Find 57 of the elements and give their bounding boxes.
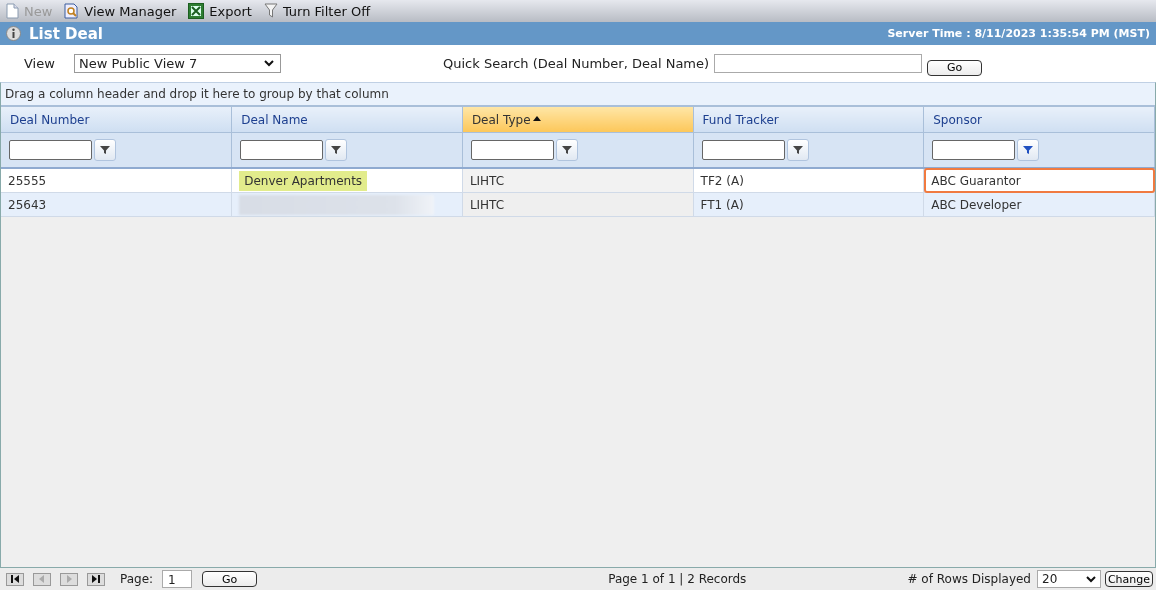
go-button[interactable]: Go — [927, 59, 983, 76]
table-cell: ABC Developer — [923, 192, 1155, 217]
info-icon — [6, 26, 21, 41]
page-summary: Page 1 of 1 | 2 Records — [607, 572, 747, 586]
filter-button[interactable] — [786, 139, 809, 161]
filter-button[interactable] — [94, 139, 116, 161]
toolbar-button[interactable]: Export — [188, 3, 252, 19]
spreadsheet-icon — [188, 3, 205, 19]
toolbar-button[interactable]: View Manager — [64, 3, 177, 19]
rows-displayed-label: # of Rows Displayed — [907, 572, 1031, 586]
chevron-down-icon — [264, 60, 274, 67]
filter-field[interactable] — [9, 140, 92, 160]
funnel-icon — [791, 144, 804, 156]
funnel-icon — [560, 144, 573, 156]
document-magnifier-icon — [64, 3, 80, 19]
table-cell: TF2 (A) — [693, 168, 924, 193]
last-page-icon[interactable] — [87, 572, 105, 586]
group-panel: Drag a column header and drop it here to group by that column — [1, 83, 1155, 107]
table-cell: 25555 — [1, 168, 232, 193]
go-button[interactable]: Go — [202, 571, 258, 587]
column-header[interactable]: Deal Name — [231, 107, 463, 133]
rows-dropdown[interactable]: 20 — [1037, 570, 1101, 588]
column-header[interactable]: Deal Type — [462, 107, 694, 133]
filter-field[interactable] — [701, 140, 785, 160]
page-title: List Deal — [29, 24, 103, 43]
column-header[interactable]: Deal Number — [1, 107, 232, 133]
view-dropdown[interactable]: New Public View 7 — [74, 54, 281, 73]
table-cell: 25643 — [1, 192, 232, 217]
funnel-icon — [99, 144, 111, 156]
page-field[interactable]: 1 — [162, 570, 193, 588]
table-cell: LIHTC — [462, 192, 694, 217]
table-cell: FT1 (A) — [693, 192, 924, 217]
table-cell: LIHTC — [462, 168, 694, 193]
view-label: View — [24, 56, 56, 71]
first-page-icon[interactable] — [6, 572, 24, 586]
filter-button[interactable] — [325, 139, 348, 161]
sort-ascending-icon — [532, 115, 541, 121]
highlighted-text: Denver Apartments — [239, 170, 368, 191]
chevron-down-icon — [1086, 575, 1096, 583]
funnel-icon — [1022, 144, 1035, 156]
filter-button[interactable] — [1017, 139, 1040, 161]
filter-field[interactable] — [240, 140, 324, 160]
server-time: Server Time : 8/11/2023 1:35:54 PM (MST) — [887, 27, 1150, 40]
change-button[interactable]: Change — [1105, 571, 1153, 587]
document-icon — [6, 3, 19, 19]
quick-search-label: Quick Search (Deal Number, Deal Name) — [443, 56, 710, 71]
filter-field[interactable] — [470, 140, 554, 160]
filter-button[interactable] — [555, 139, 578, 161]
column-header[interactable]: Sponsor — [923, 107, 1155, 133]
page-label: Page: — [120, 572, 154, 586]
filter-field[interactable] — [932, 140, 1016, 160]
column-header[interactable]: Fund Tracker — [693, 107, 924, 133]
funnel-icon — [263, 3, 278, 19]
table-cell: ABC Guarantor — [923, 168, 1155, 193]
funnel-icon — [330, 144, 343, 156]
quick-search-field[interactable] — [714, 54, 923, 73]
toolbar-button[interactable]: Turn Filter Off — [263, 3, 371, 19]
